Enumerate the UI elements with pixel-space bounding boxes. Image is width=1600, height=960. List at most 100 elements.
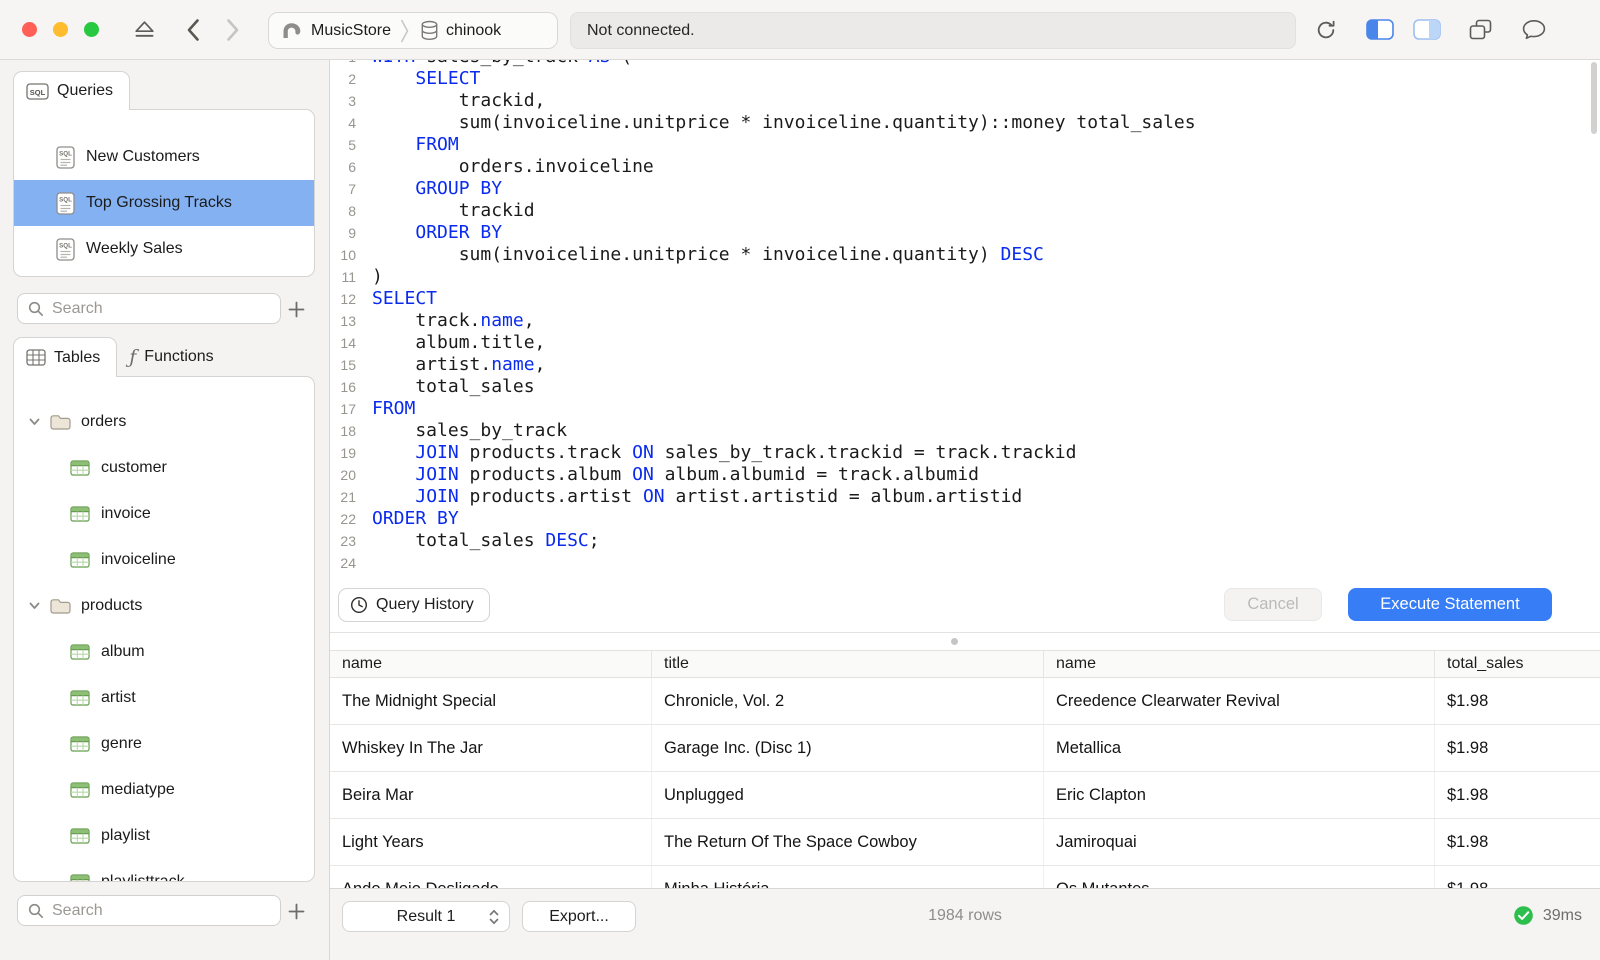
- zoom-window-button[interactable]: [84, 22, 99, 37]
- breadcrumb-server[interactable]: MusicStore: [269, 13, 400, 48]
- code-text: ): [372, 266, 383, 287]
- query-list: SQL New Customers SQL Top Grossing Tracks SQ…: [13, 109, 315, 277]
- tree-table-row[interactable]: invoiceline: [14, 537, 314, 583]
- add-query-button[interactable]: [285, 298, 307, 320]
- tree-table-label: artist: [101, 689, 136, 706]
- tree-table-row[interactable]: playlist: [14, 813, 314, 859]
- table-row[interactable]: Whiskey In The Jar Garage Inc. (Disc 1) Me…: [330, 725, 1600, 772]
- code-text: trackid,: [372, 90, 546, 111]
- line-number: 17: [340, 401, 356, 417]
- execute-statement-button[interactable]: Execute Statement: [1348, 588, 1552, 621]
- query-list-item[interactable]: SQL Top Grossing Tracks: [14, 180, 314, 226]
- code-line: 8 trackid: [330, 200, 1600, 222]
- line-number: 23: [340, 533, 356, 549]
- line-number: 22: [340, 511, 356, 527]
- tab-queries[interactable]: SQL Queries: [13, 71, 131, 110]
- tab-functions[interactable]: ƒ Functions: [117, 337, 229, 377]
- tree-table-label: playlist: [101, 827, 150, 844]
- refresh-button[interactable]: [1315, 19, 1337, 41]
- sql-file-icon: SQL: [56, 145, 75, 169]
- chevron-right-icon: [226, 18, 240, 42]
- tab-functions-label: Functions: [144, 348, 214, 365]
- table-icon: [70, 460, 90, 476]
- add-table-button[interactable]: [285, 900, 307, 922]
- code-line: 21 JOIN products.artist ON artist.artist…: [330, 486, 1600, 508]
- tree-folder-row[interactable]: products: [14, 583, 314, 629]
- table-search-input[interactable]: [52, 901, 252, 920]
- query-search-input[interactable]: [52, 299, 252, 318]
- table-icon: [70, 690, 90, 706]
- code-text: JOIN products.artist ON artist.artistid …: [415, 486, 1023, 507]
- code-line: 15 artist.name,: [330, 354, 1600, 376]
- titlebar: MusicStore chinook Not connected.: [0, 0, 1600, 60]
- tree-table-row[interactable]: genre: [14, 721, 314, 767]
- query-list-item[interactable]: SQL New Customers: [14, 134, 314, 180]
- toggle-left-sidebar-button[interactable]: [1366, 19, 1394, 40]
- editor-scrollbar[interactable]: [1591, 62, 1597, 134]
- code-line: 14 album.title,: [330, 332, 1600, 354]
- line-number: 9: [348, 225, 356, 241]
- search-icon: [28, 903, 44, 919]
- sql-badge-icon: SQL: [26, 82, 49, 100]
- tree-table-row[interactable]: playlisttrack: [14, 859, 314, 881]
- eject-button[interactable]: [133, 20, 156, 39]
- tree-table-row[interactable]: album: [14, 629, 314, 675]
- tree-table-row[interactable]: artist: [14, 675, 314, 721]
- table-row[interactable]: Light Years The Return Of The Space Cowbo…: [330, 819, 1600, 866]
- table-cell: Light Years: [330, 819, 652, 865]
- table-row[interactable]: Ando Meio DesligadoMinha HistóriaOs Muta…: [330, 866, 1600, 888]
- code-text: SELECT: [415, 68, 481, 89]
- connection-status[interactable]: Not connected.: [570, 12, 1296, 49]
- column-header[interactable]: title: [652, 651, 1044, 677]
- resize-dot-icon: [951, 638, 958, 645]
- feedback-button[interactable]: [1522, 19, 1546, 40]
- toggle-right-sidebar-button[interactable]: [1413, 19, 1441, 40]
- cancel-button[interactable]: Cancel: [1224, 588, 1322, 621]
- table-grid-icon: [26, 349, 46, 366]
- code-text: artist.name,: [372, 354, 546, 375]
- column-header[interactable]: total_sales: [1435, 651, 1600, 677]
- tree-folder-row[interactable]: orders: [14, 399, 314, 445]
- column-header[interactable]: name: [330, 651, 652, 677]
- folder-icon: [49, 597, 72, 615]
- query-history-button[interactable]: Query History: [338, 588, 490, 622]
- back-button[interactable]: [186, 18, 200, 42]
- traffic-lights: [22, 22, 99, 37]
- line-number: 24: [340, 555, 356, 571]
- code-line: 23 total_sales DESC;: [330, 530, 1600, 552]
- table-icon: [70, 552, 90, 568]
- tree-table-row[interactable]: invoice: [14, 491, 314, 537]
- code-line: 7 GROUP BY: [330, 178, 1600, 200]
- svg-text:SQL: SQL: [59, 242, 72, 249]
- pane-resize-handle[interactable]: [330, 632, 1600, 650]
- main-area: 1WITH sales_by_track AS (2 SELECT3 track…: [330, 60, 1600, 960]
- sql-editor[interactable]: 1WITH sales_by_track AS (2 SELECT3 track…: [330, 60, 1600, 632]
- code-line: 19 JOIN products.track ON sales_by_track…: [330, 442, 1600, 464]
- windows-button[interactable]: [1469, 19, 1492, 40]
- tab-tables[interactable]: Tables: [13, 337, 118, 377]
- line-number: 7: [348, 181, 356, 197]
- column-header[interactable]: name: [1044, 651, 1435, 677]
- line-number: 8: [348, 203, 356, 219]
- tree-table-row[interactable]: mediatype: [14, 767, 314, 813]
- close-window-button[interactable]: [22, 22, 37, 37]
- query-list-item[interactable]: SQL Weekly Sales: [14, 226, 314, 272]
- svg-text:SQL: SQL: [59, 196, 72, 203]
- svg-text:SQL: SQL: [59, 150, 72, 157]
- breadcrumb-database[interactable]: chinook: [409, 13, 510, 48]
- code-line: 11): [330, 266, 1600, 288]
- code-text: GROUP BY: [415, 178, 503, 199]
- code-text: total_sales DESC;: [372, 530, 600, 551]
- table-row[interactable]: The Midnight Special Chronicle, Vol. 2 Cre…: [330, 678, 1600, 725]
- disclosure-triangle-icon: [29, 602, 40, 610]
- tree-table-row[interactable]: customer: [14, 445, 314, 491]
- plus-icon: [288, 301, 305, 318]
- code-text: FROM: [415, 134, 459, 155]
- table-row[interactable]: Beira Mar Unplugged Eric Clapton $1.98: [330, 772, 1600, 819]
- table-search-field: [17, 895, 281, 926]
- code-line: 5 FROM: [330, 134, 1600, 156]
- code-text: SELECT: [372, 288, 438, 309]
- forward-button[interactable]: [226, 18, 240, 42]
- minimize-window-button[interactable]: [53, 22, 68, 37]
- sql-file-icon: SQL: [56, 191, 75, 215]
